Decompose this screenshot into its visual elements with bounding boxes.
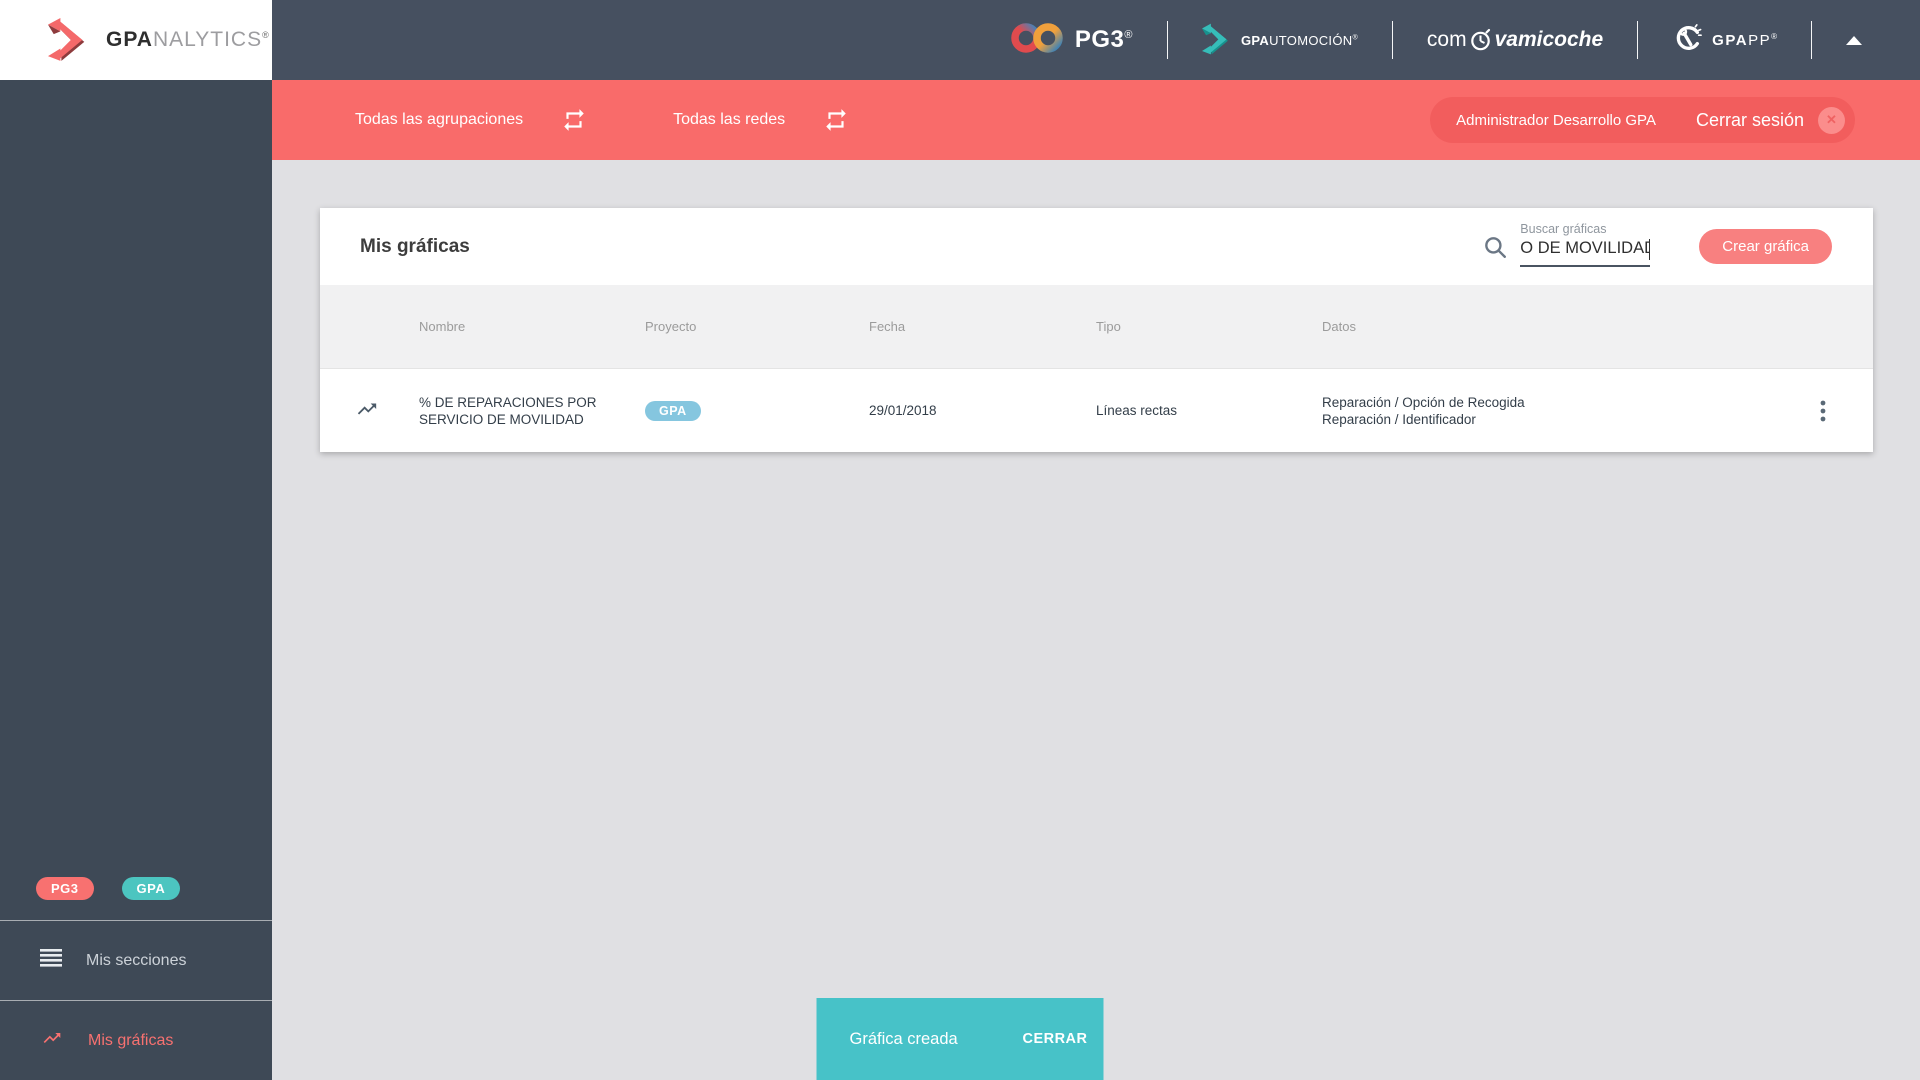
logout-button[interactable]: Cerrar sesión	[1696, 110, 1804, 131]
my-charts-card: Mis gráficas Buscar gráficas O DE MOVILI…	[320, 208, 1873, 452]
gpa-arrow-icon	[48, 14, 90, 67]
comprovamicoche-pre: com	[1427, 28, 1467, 52]
data-series-line: Reparación / Opción de Recogida	[1322, 394, 1773, 411]
user-session-pill: Administrador Desarrollo GPA Cerrar sesi…	[1430, 97, 1855, 143]
header-nombre: Nombre	[419, 318, 645, 335]
table-row[interactable]: % DE REPARACIONES POR SERVICIO DE MOVILI…	[320, 368, 1873, 452]
top-navbar: GPANALYTICS® PG3® GPAUTOMOCIÓN® com vami…	[0, 0, 1920, 80]
partner-logos-nav: PG3® GPAUTOMOCIÓN® com vamicoche GPAPP®	[1011, 20, 1920, 61]
nav-separator	[1637, 21, 1638, 59]
table-header-row: Nombre Proyecto Fecha Tipo Datos	[320, 285, 1873, 368]
pg3-infinity-icon	[1011, 20, 1063, 61]
clock-icon	[1469, 27, 1493, 53]
sections-list-icon	[40, 949, 62, 972]
gpa-analytics-logo[interactable]: GPANALYTICS®	[0, 0, 272, 80]
trending-up-icon	[354, 398, 380, 423]
search-cluster: Buscar gráficas Crear gráfica	[1482, 226, 1832, 267]
search-input[interactable]	[1520, 237, 1650, 267]
collapse-arrow-icon[interactable]	[1846, 36, 1862, 45]
sidebar-item-mis-graficas[interactable]: Mis gráficas	[0, 1000, 272, 1080]
user-name: Administrador Desarrollo GPA	[1456, 112, 1656, 129]
data-series-line: Reparación / Identificador	[1322, 411, 1773, 428]
pg3-chip[interactable]: PG3	[36, 877, 94, 900]
nav-separator	[1811, 21, 1812, 59]
groupings-filter-label: Todas las agrupaciones	[355, 111, 523, 129]
gpautomocion-arrow-icon	[1202, 21, 1232, 60]
header-tipo: Tipo	[1096, 319, 1322, 334]
comprovamicoche-logo[interactable]: com vamicoche	[1427, 27, 1603, 53]
snackbar: Gráfica creada CERRAR	[817, 998, 1104, 1080]
pg3-logo[interactable]: PG3®	[1011, 20, 1133, 61]
chart-data-series: Reparación / Opción de Recogida Reparaci…	[1322, 394, 1773, 428]
chart-line-icon	[40, 1028, 64, 1053]
gpa-chip[interactable]: GPA	[122, 877, 181, 900]
filter-bar: Todas las agrupaciones Todas las redes A…	[272, 80, 1920, 160]
chart-date: 29/01/2018	[869, 403, 1096, 418]
search-field: Buscar gráficas	[1520, 222, 1650, 267]
sidebar: PG3 GPA Mis secciones Mis gráficas	[0, 80, 272, 1080]
networks-filter-label: Todas las redes	[673, 111, 785, 129]
header-fecha: Fecha	[869, 319, 1096, 334]
pg3-wordmark: PG3®	[1075, 26, 1133, 54]
header-datos: Datos	[1322, 318, 1773, 335]
create-chart-button[interactable]: Crear gráfica	[1699, 229, 1832, 264]
nav-separator	[1392, 21, 1393, 59]
snackbar-close-button[interactable]: CERRAR	[1022, 1031, 1087, 1047]
row-kebab-menu-icon[interactable]	[1773, 399, 1873, 423]
gpautomocion-wordmark: GPAUTOMOCIÓN®	[1241, 33, 1358, 48]
gpapp-logo[interactable]: GPAPP®	[1672, 22, 1777, 59]
nav-separator	[1167, 21, 1168, 59]
sidebar-item-label: Mis gráficas	[88, 1032, 173, 1050]
snackbar-message: Gráfica creada	[850, 1030, 958, 1049]
groupings-swap-icon[interactable]	[561, 107, 587, 133]
page-title: Mis gráficas	[360, 236, 470, 258]
header-proyecto: Proyecto	[645, 319, 869, 334]
main-content: Mis gráficas Buscar gráficas O DE MOVILI…	[272, 208, 1920, 1080]
comprovamicoche-post: vamicoche	[1495, 28, 1604, 52]
chart-type: Líneas rectas	[1096, 403, 1322, 418]
search-field-label: Buscar gráficas	[1520, 222, 1650, 236]
gpapp-wordmark: GPAPP®	[1712, 32, 1777, 49]
gpautomocion-logo[interactable]: GPAUTOMOCIÓN®	[1202, 21, 1358, 60]
networks-swap-icon[interactable]	[823, 107, 849, 133]
card-header: Mis gráficas Buscar gráficas O DE MOVILI…	[320, 208, 1873, 285]
logout-close-icon[interactable]: ✕	[1818, 107, 1845, 134]
search-icon[interactable]	[1482, 234, 1508, 260]
sidebar-item-label: Mis secciones	[86, 952, 186, 970]
gpapp-wrench-icon	[1672, 22, 1702, 59]
project-badge: GPA	[645, 401, 701, 421]
brand-wordmark: GPANALYTICS®	[106, 28, 270, 52]
context-badges: PG3 GPA	[0, 877, 272, 920]
text-caret	[1649, 239, 1651, 260]
chart-name: % DE REPARACIONES POR SERVICIO DE MOVILI…	[419, 394, 645, 428]
sidebar-item-mis-secciones[interactable]: Mis secciones	[0, 920, 272, 1000]
